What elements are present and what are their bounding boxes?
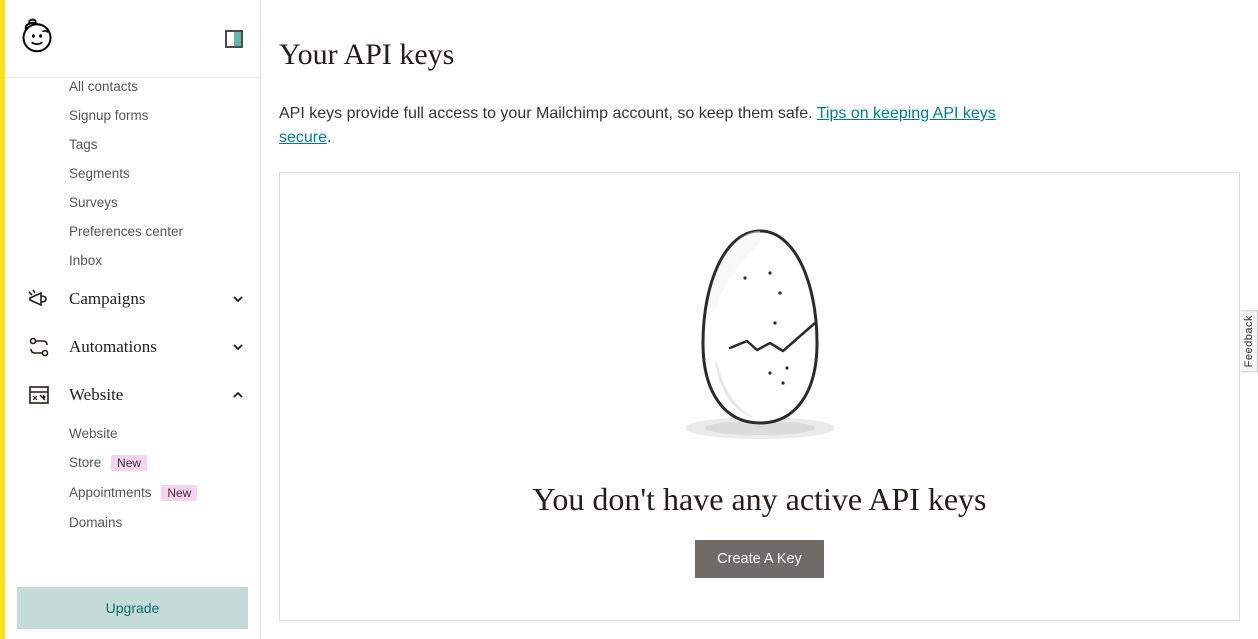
new-badge: New: [111, 455, 147, 471]
automations-icon: [27, 335, 51, 359]
sidebar-item-tags[interactable]: Tags: [5, 130, 260, 159]
page-description: API keys provide full access to your Mai…: [279, 102, 1039, 150]
mailchimp-logo-icon[interactable]: [19, 17, 55, 60]
egg-illustration: [670, 223, 850, 443]
sidebar-nav[interactable]: All contacts Signup forms Tags Segments …: [5, 78, 260, 573]
chevron-down-icon: [230, 339, 246, 355]
sidebar-item-segments[interactable]: Segments: [5, 159, 260, 188]
sidebar-item-label: Automations: [69, 337, 230, 357]
sidebar-item-preferences-center[interactable]: Preferences center: [5, 217, 260, 246]
sidebar-footer: Upgrade: [5, 573, 260, 639]
chevron-up-icon: [230, 387, 246, 403]
sidebar-item-appointments[interactable]: Appointments New: [5, 478, 260, 508]
sidebar-item-all-contacts[interactable]: All contacts: [5, 78, 260, 101]
sidebar: All contacts Signup forms Tags Segments …: [5, 0, 261, 639]
sidebar-item-store[interactable]: Store New: [5, 448, 260, 478]
upgrade-button[interactable]: Upgrade: [17, 587, 248, 629]
sidebar-item-label: Appointments: [69, 485, 152, 500]
sidebar-item-website[interactable]: Website: [5, 371, 260, 419]
sidebar-item-website-sub[interactable]: Website: [5, 419, 260, 448]
sidebar-item-label: Campaigns: [69, 289, 230, 309]
sidebar-item-domains[interactable]: Domains: [5, 508, 260, 537]
sidebar-header: [5, 0, 260, 78]
feedback-tab[interactable]: Feedback: [1241, 310, 1258, 372]
chevron-down-icon: [230, 291, 246, 307]
empty-state-title: You don't have any active API keys: [300, 481, 1219, 518]
sidebar-item-automations[interactable]: Automations: [5, 323, 260, 371]
sidebar-item-surveys[interactable]: Surveys: [5, 188, 260, 217]
sidebar-item-label: Domains: [69, 515, 122, 530]
sidebar-item-campaigns[interactable]: Campaigns: [5, 275, 260, 323]
sidebar-item-label: Website: [69, 385, 230, 405]
sidebar-toggle-icon[interactable]: [224, 29, 244, 49]
page-title: Your API keys: [279, 38, 1240, 72]
desc-text: API keys provide full access to your Mai…: [279, 105, 817, 122]
desc-suffix: .: [327, 129, 331, 146]
sidebar-item-label: Store: [69, 455, 101, 470]
create-key-button[interactable]: Create A Key: [695, 540, 824, 578]
sidebar-item-inbox[interactable]: Inbox: [5, 246, 260, 275]
sidebar-item-signup-forms[interactable]: Signup forms: [5, 101, 260, 130]
website-icon: [27, 383, 51, 407]
new-badge: New: [161, 485, 197, 501]
sidebar-item-label: Website: [69, 426, 118, 441]
empty-state-card: You don't have any active API keys Creat…: [279, 172, 1240, 621]
megaphone-icon: [27, 287, 51, 311]
main-content: Your API keys API keys provide full acce…: [261, 0, 1258, 639]
